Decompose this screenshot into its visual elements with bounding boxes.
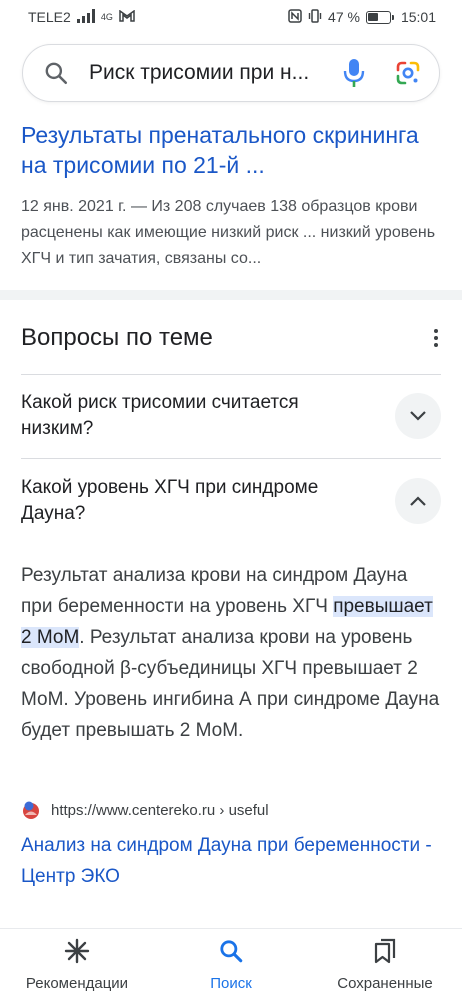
more-options-icon[interactable] [426, 325, 446, 351]
bottom-navigation: Рекомендации Поиск Сохраненные [0, 928, 462, 1000]
asterisk-icon [64, 938, 90, 969]
chevron-down-icon[interactable] [395, 393, 441, 439]
answer-part: . Результат анализа крови на уровень сво… [21, 627, 440, 741]
nav-label: Рекомендации [25, 974, 129, 992]
status-right: 47 % 15:01 [288, 8, 436, 26]
site-favicon-icon [21, 800, 41, 820]
search-result: Результаты пренатального скрининга на тр… [21, 120, 441, 272]
google-lens-icon[interactable] [395, 60, 421, 86]
battery-fill [368, 13, 378, 21]
source-url[interactable]: https://www.centereko.ru › useful [51, 802, 269, 819]
related-questions-header: Вопросы по теме [21, 318, 446, 358]
result-snippet: 12 янв. 2021 г. — Из 208 случаев 138 обр… [21, 198, 436, 267]
battery-percent: 47 % [328, 9, 360, 25]
question-divider [21, 458, 441, 459]
nfc-icon [288, 8, 302, 26]
related-questions-title: Вопросы по теме [21, 324, 213, 351]
bookmarks-icon [372, 938, 398, 969]
search-icon[interactable] [43, 60, 69, 86]
nav-search[interactable]: Поиск [156, 938, 306, 992]
nav-recommendations[interactable]: Рекомендации [2, 938, 152, 992]
chevron-up-icon[interactable] [395, 478, 441, 524]
network-type: 4G [100, 11, 113, 22]
vibrate-icon [308, 8, 322, 26]
battery-icon [365, 10, 394, 24]
nav-label: Сохраненные [337, 974, 433, 992]
question-item-expanded[interactable]: Какой уровень ХГЧ при синдроме Дауна? [21, 475, 441, 527]
search-query[interactable]: Риск трисомии при н... [89, 61, 343, 85]
question-item[interactable]: Какой риск трисомии считается низким? [21, 390, 441, 442]
section-divider [0, 290, 462, 300]
search-icon [218, 938, 244, 969]
status-bar: TELE2 4G 47 % 15:01 [0, 0, 462, 34]
nav-label: Поиск [210, 974, 252, 992]
answer-source[interactable]: https://www.centereko.ru › useful [21, 800, 441, 820]
answer-text: Результат анализа крови на синдром Дауна… [21, 560, 441, 746]
microphone-icon[interactable] [343, 58, 365, 88]
question-text[interactable]: Какой уровень ХГЧ при синдроме Дауна? [21, 475, 371, 527]
clock: 15:01 [400, 9, 436, 25]
gmail-icon [119, 9, 135, 25]
search-bar[interactable]: Риск трисомии при н... [22, 44, 440, 102]
question-divider [21, 374, 441, 375]
carrier-name: TELE2 [28, 9, 71, 25]
signal-icon [76, 8, 95, 26]
source-title-link[interactable]: Анализ на синдром Дауна при беременности… [21, 830, 441, 892]
question-text[interactable]: Какой риск трисомии считается низким? [21, 390, 371, 442]
result-title-link[interactable]: Результаты пренатального скрининга на тр… [21, 120, 441, 180]
status-left: TELE2 4G [28, 8, 135, 26]
nav-saved[interactable]: Сохраненные [310, 938, 460, 992]
